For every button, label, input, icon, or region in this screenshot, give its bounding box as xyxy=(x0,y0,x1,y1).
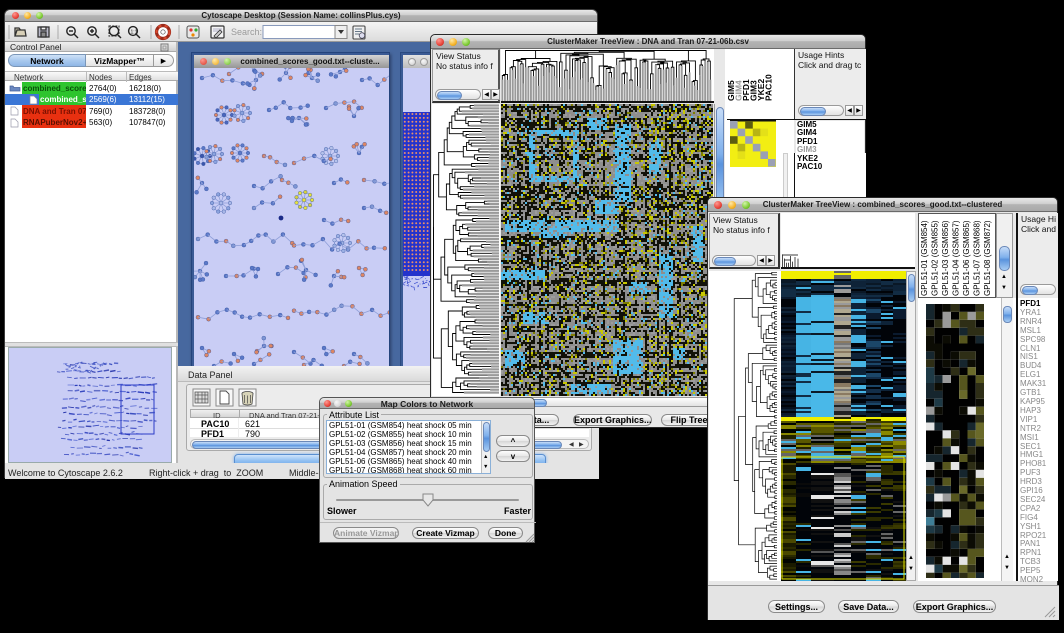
svg-text:PAC10: PAC10 xyxy=(764,74,774,101)
svg-text:GPL51-03 (GSM856): GPL51-03 (GSM856) xyxy=(941,220,950,296)
svg-text:GPL51-06 (GSM865): GPL51-06 (GSM865) xyxy=(962,220,971,296)
svg-text:GPL51-07 (GSM868): GPL51-07 (GSM868) xyxy=(973,220,982,296)
svg-text:GPL51-01 (GSM854): GPL51-01 (GSM854) xyxy=(920,220,929,296)
svg-text:GPL51-08 (GSM872): GPL51-08 (GSM872) xyxy=(983,220,992,296)
svg-text:GPL51-02 (GSM855): GPL51-02 (GSM855) xyxy=(931,220,940,296)
svg-text:GPL51-04 (GSM857): GPL51-04 (GSM857) xyxy=(952,220,961,296)
svg-text:1:1: 1:1 xyxy=(131,30,138,36)
svg-text:Search:: Search: xyxy=(231,27,262,37)
